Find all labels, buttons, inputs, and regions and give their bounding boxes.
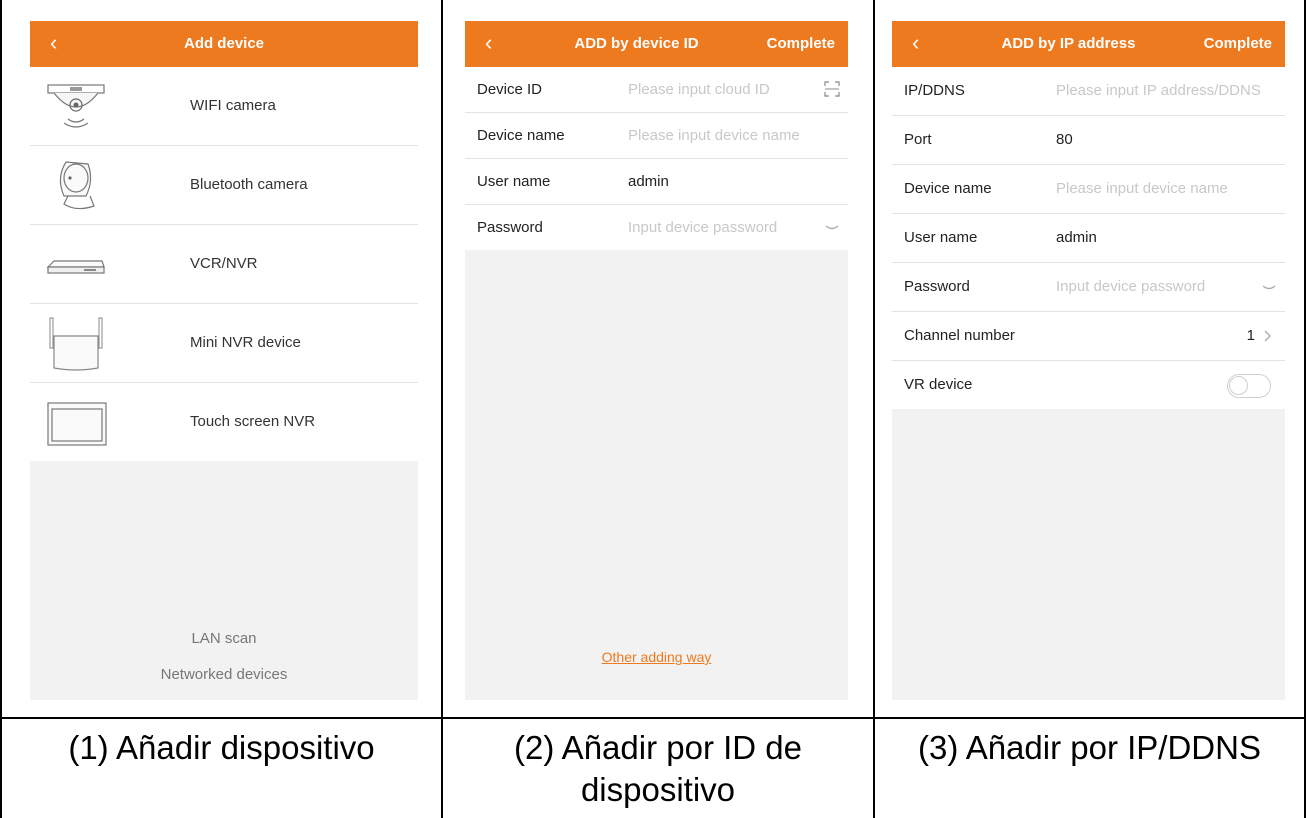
device-name-input[interactable]: Please input device name — [1056, 180, 1228, 197]
other-adding-way-link[interactable]: Other adding way — [465, 649, 848, 665]
channel-number-row[interactable]: Channel number 1 — [892, 312, 1285, 361]
scan-qr-icon[interactable] — [824, 81, 840, 97]
networked-devices-link[interactable]: Networked devices — [30, 666, 418, 683]
field-label: Password — [904, 278, 970, 295]
field-label: Port — [904, 131, 932, 148]
device-item-label: WIFI camera — [190, 97, 276, 114]
nav-bar: ‹ Add device — [30, 21, 418, 67]
caption-line: dispositivo — [580, 771, 736, 808]
table-border-left — [0, 0, 2, 818]
field-label: IP/DDNS — [904, 82, 965, 99]
touch-screen-nvr-icon — [47, 402, 107, 446]
mini-nvr-antenna-icon — [49, 317, 103, 371]
ip-form: IP/DDNS Please input IP address/DDNS Por… — [892, 67, 1285, 409]
field-label: User name — [477, 173, 551, 190]
field-label: Device name — [904, 180, 992, 197]
add-by-device-id-screen: ‹ ADD by device ID Complete Device ID Pl… — [465, 21, 848, 700]
device-name-row: Device name Please input device name — [892, 165, 1285, 214]
nav-bar: ‹ ADD by IP address Complete — [892, 21, 1285, 67]
table-row-divider — [0, 717, 1306, 719]
add-by-ip-screen: ‹ ADD by IP address Complete IP/DDNS Ple… — [892, 21, 1285, 700]
user-name-row: User name admin — [892, 214, 1285, 263]
device-type-list: WIFI camera Bluetooth camera VCR/NVR Min… — [30, 67, 418, 461]
nav-title: Add device — [183, 35, 265, 52]
ip-ddns-input[interactable]: Please input IP address/DDNS — [1056, 82, 1261, 99]
eye-closed-icon[interactable] — [1261, 281, 1277, 295]
device-id-input[interactable]: Please input cloud ID — [628, 81, 770, 98]
port-input[interactable]: 80 — [1056, 131, 1073, 148]
password-row: Password Input device password — [465, 205, 848, 250]
device-item-label: Touch screen NVR — [190, 413, 316, 430]
device-name-row: Device name Please input device name — [465, 113, 848, 159]
device-item-bluetooth-camera[interactable]: Bluetooth camera — [30, 146, 418, 225]
password-input[interactable]: Input device password — [1056, 278, 1205, 295]
add-device-screen: ‹ Add device WIFI camera Bluetooth camer… — [30, 21, 418, 700]
cube-camera-icon — [59, 161, 95, 210]
device-item-label: VCR/NVR — [190, 255, 258, 272]
device-item-label: Mini NVR device — [190, 334, 301, 351]
port-row: Port 80 — [892, 116, 1285, 165]
device-item-touch-screen-nvr[interactable]: Touch screen NVR — [30, 383, 418, 461]
device-item-vcr-nvr[interactable]: VCR/NVR — [30, 225, 418, 304]
field-label: Password — [477, 219, 543, 236]
caption-line: (2) Añadir por ID de — [514, 729, 802, 766]
user-name-input[interactable]: admin — [628, 173, 669, 190]
chevron-right-icon — [1264, 330, 1271, 342]
vr-device-row: VR device — [892, 361, 1285, 409]
user-name-input[interactable]: admin — [1056, 229, 1097, 246]
vr-device-toggle[interactable] — [1227, 374, 1271, 398]
device-item-mini-nvr[interactable]: Mini NVR device — [30, 304, 418, 383]
field-label: Channel number — [904, 327, 1015, 344]
table-divider-1 — [441, 0, 443, 818]
table-divider-2 — [873, 0, 875, 818]
nav-title: ADD by device ID — [574, 35, 699, 52]
eye-closed-icon[interactable] — [824, 221, 840, 235]
complete-button[interactable]: Complete — [767, 35, 835, 52]
nvr-box-icon — [46, 260, 105, 274]
device-id-form: Device ID Please input cloud ID Device n… — [465, 67, 848, 250]
field-label: VR device — [904, 376, 973, 393]
device-item-label: Bluetooth camera — [190, 176, 308, 193]
complete-button[interactable]: Complete — [1204, 35, 1272, 52]
field-label: Device ID — [477, 81, 543, 98]
caption-add-by-id: (2) Añadir por ID de dispositivo — [443, 727, 873, 811]
nav-bar: ‹ ADD by device ID Complete — [465, 21, 848, 67]
caption-add-by-ip: (3) Añadir por IP/DDNS — [918, 729, 1261, 766]
lan-scan-link[interactable]: LAN scan — [30, 630, 418, 647]
nav-title: ADD by IP address — [1001, 35, 1136, 52]
ip-ddns-row: IP/DDNS Please input IP address/DDNS — [892, 67, 1285, 116]
password-row: Password Input device password — [892, 263, 1285, 312]
device-name-input[interactable]: Please input device name — [628, 127, 800, 144]
field-label: User name — [904, 229, 978, 246]
user-name-row: User name admin — [465, 159, 848, 205]
channel-number-value: 1 — [1246, 327, 1255, 344]
device-item-wifi-camera[interactable]: WIFI camera — [30, 67, 418, 146]
caption-add-device: (1) Añadir dispositivo — [68, 729, 375, 766]
device-id-row: Device ID Please input cloud ID — [465, 67, 848, 113]
toggle-knob — [1229, 376, 1248, 395]
password-input[interactable]: Input device password — [628, 219, 777, 236]
field-label: Device name — [477, 127, 565, 144]
dome-camera-icon — [47, 84, 105, 128]
